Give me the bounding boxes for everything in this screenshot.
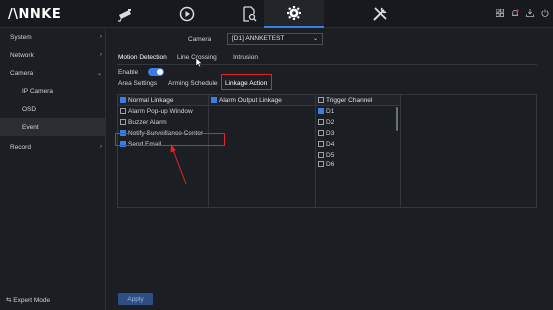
alarm-icon[interactable] [510, 8, 519, 18]
checkbox-icon[interactable] [318, 96, 324, 103]
annke-logo: /\NNKE [8, 7, 62, 22]
top-navigation-bar: /\NNKE [0, 0, 553, 28]
checkbox-checked-icon[interactable] [120, 96, 126, 103]
checkbox-checked-icon[interactable] [211, 96, 217, 103]
alarm-output-header[interactable]: Alarm Output Linkage [209, 95, 315, 106]
sidebar-item-osd[interactable]: OSD [0, 100, 106, 118]
power-icon[interactable] [540, 8, 549, 18]
configuration-nav-button[interactable] [264, 0, 324, 28]
trigger-channel-column: Trigger Channel D1 D2 D3 D4 D5 D6 [316, 95, 401, 207]
expert-mode-button[interactable]: ⇆ Expert Mode [6, 296, 50, 304]
enable-label: Enable [118, 69, 139, 76]
sidebar-item-system[interactable]: System › [0, 28, 106, 46]
main-content: Camera [D1] ANNKETEST ⌄ Motion Detection… [107, 28, 553, 310]
normal-linkage-header[interactable]: Normal Linkage [118, 95, 208, 106]
list-item[interactable]: D5 [316, 150, 400, 161]
grid-icon[interactable] [495, 8, 504, 18]
checkbox-icon[interactable] [318, 130, 324, 136]
tab-area-settings[interactable]: Area Settings [118, 80, 157, 87]
checkbox-icon[interactable] [120, 119, 126, 125]
sidebar-item-network[interactable]: Network › [0, 46, 106, 64]
list-item[interactable]: D6 [316, 161, 400, 168]
checkbox-checked-icon[interactable] [318, 108, 324, 114]
download-icon[interactable] [525, 8, 534, 18]
normal-linkage-column: Normal Linkage Alarm Pop-up Window Buzze… [118, 95, 209, 207]
camera-label: Camera [188, 36, 212, 43]
camera-icon [118, 9, 131, 22]
list-item[interactable]: D1 [316, 106, 400, 117]
file-search-icon [243, 6, 257, 22]
chevron-down-icon: ⌄ [96, 70, 102, 77]
list-item[interactable]: D3 [316, 128, 400, 139]
tab-line-crossing[interactable]: Line Crossing [177, 54, 217, 64]
trigger-channel-header[interactable]: Trigger Channel [316, 95, 400, 106]
chevron-right-icon: › [100, 52, 102, 58]
playback-nav-button[interactable] [157, 0, 217, 28]
list-item[interactable]: Alarm Pop-up Window [118, 106, 208, 117]
tools-icon [373, 7, 387, 21]
checkbox-icon[interactable] [318, 152, 324, 158]
settings-sidebar: System › Network › Camera ⌄ IP Camera OS… [0, 28, 106, 310]
list-item[interactable]: D4 [316, 139, 400, 150]
checkbox-icon[interactable] [120, 108, 126, 114]
checkbox-icon[interactable] [318, 161, 324, 167]
list-item[interactable]: D2 [316, 117, 400, 128]
checkbox-icon[interactable] [318, 141, 324, 147]
alarm-output-column: Alarm Output Linkage [209, 95, 316, 207]
maintenance-nav-button[interactable] [350, 0, 410, 28]
live-view-nav-button[interactable] [95, 0, 155, 28]
sidebar-item-ip-camera[interactable]: IP Camera [0, 82, 106, 100]
sidebar-item-camera[interactable]: Camera ⌄ [0, 64, 106, 82]
highlight-box-linkage-action [221, 74, 272, 90]
camera-select[interactable]: [D1] ANNKETEST ⌄ [227, 33, 323, 45]
highlight-box-notify-center [115, 133, 225, 146]
gear-icon [287, 6, 301, 20]
tab-intrusion[interactable]: Intrusion [233, 54, 258, 64]
sidebar-item-record[interactable]: Record › [0, 138, 106, 156]
enable-toggle[interactable] [148, 68, 164, 76]
linkage-panel: Normal Linkage Alarm Pop-up Window Buzze… [117, 94, 537, 208]
apply-button[interactable]: Apply [118, 293, 153, 305]
tab-arming-schedule[interactable]: Arming Schedule [168, 80, 218, 87]
list-item[interactable]: Buzzer Alarm [118, 117, 208, 128]
chevron-down-icon: ⌄ [312, 36, 318, 42]
trigger-channel-scrollbar[interactable] [396, 107, 398, 131]
chevron-right-icon: › [100, 144, 102, 150]
checkbox-icon[interactable] [318, 119, 324, 125]
sidebar-item-event[interactable]: Event [0, 118, 106, 136]
top-right-toolbar [495, 8, 549, 18]
divider [117, 64, 537, 65]
playback-icon [179, 6, 195, 22]
chevron-right-icon: › [100, 34, 102, 40]
